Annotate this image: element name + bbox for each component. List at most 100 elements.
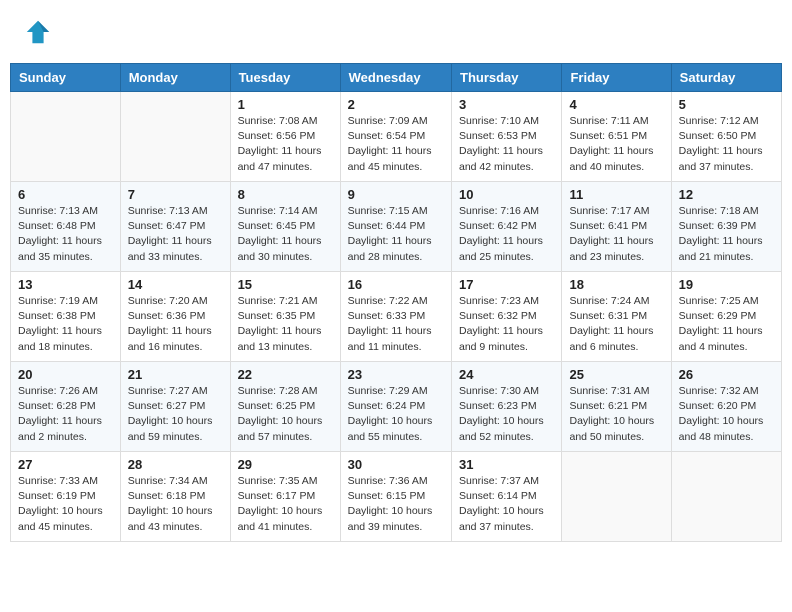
day-detail: Sunrise: 7:13 AMSunset: 6:47 PMDaylight:…: [128, 204, 223, 265]
day-number: 6: [18, 187, 113, 202]
weekday-header-friday: Friday: [562, 64, 671, 92]
day-number: 12: [679, 187, 774, 202]
calendar-cell: 27Sunrise: 7:33 AMSunset: 6:19 PMDayligh…: [11, 452, 121, 542]
calendar-week-row: 6 Sunrise: 7:13 AMSunset: 6:48 PMDaylight…: [11, 182, 782, 272]
calendar-cell: 8 Sunrise: 7:14 AMSunset: 6:45 PMDaylight…: [230, 182, 340, 272]
day-detail: Sunrise: 7:15 AMSunset: 6:44 PMDaylight:…: [348, 204, 444, 265]
day-detail: Sunrise: 7:20 AMSunset: 6:36 PMDaylight:…: [128, 294, 223, 355]
day-number: 15: [238, 277, 333, 292]
day-number: 8: [238, 187, 333, 202]
day-number: 21: [128, 367, 223, 382]
day-number: 31: [459, 457, 554, 472]
day-detail: Sunrise: 7:34 AMSunset: 6:18 PMDaylight:…: [128, 474, 223, 535]
day-detail: Sunrise: 7:37 AMSunset: 6:14 PMDaylight:…: [459, 474, 554, 535]
day-number: 4: [569, 97, 663, 112]
day-number: 17: [459, 277, 554, 292]
calendar-cell: 25 Sunrise: 7:31 AMSunset: 6:21 PMDayligh…: [562, 362, 671, 452]
calendar-cell: 29 Sunrise: 7:35 AMSunset: 6:17 PMDayligh…: [230, 452, 340, 542]
day-detail: Sunrise: 7:32 AMSunset: 6:20 PMDaylight:…: [679, 384, 774, 445]
day-detail: Sunrise: 7:08 AMSunset: 6:56 PMDaylight:…: [238, 114, 333, 175]
day-detail: Sunrise: 7:09 AMSunset: 6:54 PMDaylight:…: [348, 114, 444, 175]
calendar-cell: 31 Sunrise: 7:37 AMSunset: 6:14 PMDayligh…: [452, 452, 562, 542]
calendar-cell: 23 Sunrise: 7:29 AMSunset: 6:24 PMDayligh…: [340, 362, 451, 452]
day-detail: Sunrise: 7:23 AMSunset: 6:32 PMDaylight:…: [459, 294, 554, 355]
day-detail: Sunrise: 7:19 AMSunset: 6:38 PMDaylight:…: [18, 294, 113, 355]
calendar-cell: 10 Sunrise: 7:16 AMSunset: 6:42 PMDayligh…: [452, 182, 562, 272]
logo: [24, 18, 52, 53]
day-number: 7: [128, 187, 223, 202]
calendar-cell: 30 Sunrise: 7:36 AMSunset: 6:15 PMDayligh…: [340, 452, 451, 542]
day-detail: Sunrise: 7:16 AMSunset: 6:42 PMDaylight:…: [459, 204, 554, 265]
day-detail: Sunrise: 7:30 AMSunset: 6:23 PMDaylight:…: [459, 384, 554, 445]
day-number: 16: [348, 277, 444, 292]
day-detail: Sunrise: 7:11 AMSunset: 6:51 PMDaylight:…: [569, 114, 663, 175]
page-header: [0, 0, 792, 63]
day-detail: Sunrise: 7:17 AMSunset: 6:41 PMDaylight:…: [569, 204, 663, 265]
calendar-cell: 20 Sunrise: 7:26 AMSunset: 6:28 PMDayligh…: [11, 362, 121, 452]
day-number: 9: [348, 187, 444, 202]
day-number: 3: [459, 97, 554, 112]
weekday-header-wednesday: Wednesday: [340, 64, 451, 92]
calendar-cell: [11, 92, 121, 182]
calendar-week-row: 13 Sunrise: 7:19 AMSunset: 6:38 PMDayligh…: [11, 272, 782, 362]
weekday-header-monday: Monday: [120, 64, 230, 92]
calendar-header-row: SundayMondayTuesdayWednesdayThursdayFrid…: [11, 64, 782, 92]
calendar-cell: 6 Sunrise: 7:13 AMSunset: 6:48 PMDaylight…: [11, 182, 121, 272]
day-number: 22: [238, 367, 333, 382]
day-number: 10: [459, 187, 554, 202]
calendar-cell: 24 Sunrise: 7:30 AMSunset: 6:23 PMDayligh…: [452, 362, 562, 452]
calendar-cell: 11 Sunrise: 7:17 AMSunset: 6:41 PMDayligh…: [562, 182, 671, 272]
day-number: 29: [238, 457, 333, 472]
calendar-cell: 21Sunrise: 7:27 AMSunset: 6:27 PMDayligh…: [120, 362, 230, 452]
weekday-header-saturday: Saturday: [671, 64, 781, 92]
day-number: 11: [569, 187, 663, 202]
day-number: 24: [459, 367, 554, 382]
day-detail: Sunrise: 7:12 AMSunset: 6:50 PMDaylight:…: [679, 114, 774, 175]
day-number: 5: [679, 97, 774, 112]
day-detail: Sunrise: 7:25 AMSunset: 6:29 PMDaylight:…: [679, 294, 774, 355]
day-detail: Sunrise: 7:35 AMSunset: 6:17 PMDaylight:…: [238, 474, 333, 535]
day-detail: Sunrise: 7:21 AMSunset: 6:35 PMDaylight:…: [238, 294, 333, 355]
calendar-cell: 5 Sunrise: 7:12 AMSunset: 6:50 PMDaylight…: [671, 92, 781, 182]
weekday-header-sunday: Sunday: [11, 64, 121, 92]
day-detail: Sunrise: 7:14 AMSunset: 6:45 PMDaylight:…: [238, 204, 333, 265]
day-number: 23: [348, 367, 444, 382]
calendar-cell: 28 Sunrise: 7:34 AMSunset: 6:18 PMDayligh…: [120, 452, 230, 542]
day-detail: Sunrise: 7:26 AMSunset: 6:28 PMDaylight:…: [18, 384, 113, 445]
calendar-cell: [562, 452, 671, 542]
day-number: 19: [679, 277, 774, 292]
day-number: 30: [348, 457, 444, 472]
day-detail: Sunrise: 7:29 AMSunset: 6:24 PMDaylight:…: [348, 384, 444, 445]
calendar-cell: 26Sunrise: 7:32 AMSunset: 6:20 PMDayligh…: [671, 362, 781, 452]
day-number: 14: [128, 277, 223, 292]
logo-icon: [24, 18, 52, 46]
calendar-week-row: 20 Sunrise: 7:26 AMSunset: 6:28 PMDayligh…: [11, 362, 782, 452]
calendar-week-row: 27Sunrise: 7:33 AMSunset: 6:19 PMDayligh…: [11, 452, 782, 542]
day-detail: Sunrise: 7:28 AMSunset: 6:25 PMDaylight:…: [238, 384, 333, 445]
calendar-cell: [671, 452, 781, 542]
day-number: 28: [128, 457, 223, 472]
day-number: 20: [18, 367, 113, 382]
calendar-cell: 22 Sunrise: 7:28 AMSunset: 6:25 PMDayligh…: [230, 362, 340, 452]
calendar-cell: 2 Sunrise: 7:09 AMSunset: 6:54 PMDaylight…: [340, 92, 451, 182]
day-number: 2: [348, 97, 444, 112]
day-detail: Sunrise: 7:36 AMSunset: 6:15 PMDaylight:…: [348, 474, 444, 535]
calendar-cell: 17 Sunrise: 7:23 AMSunset: 6:32 PMDayligh…: [452, 272, 562, 362]
day-number: 18: [569, 277, 663, 292]
day-detail: Sunrise: 7:13 AMSunset: 6:48 PMDaylight:…: [18, 204, 113, 265]
day-detail: Sunrise: 7:31 AMSunset: 6:21 PMDaylight:…: [569, 384, 663, 445]
calendar-cell: 13 Sunrise: 7:19 AMSunset: 6:38 PMDayligh…: [11, 272, 121, 362]
day-number: 13: [18, 277, 113, 292]
calendar-week-row: 1 Sunrise: 7:08 AMSunset: 6:56 PMDaylight…: [11, 92, 782, 182]
day-detail: Sunrise: 7:24 AMSunset: 6:31 PMDaylight:…: [569, 294, 663, 355]
calendar-cell: 12 Sunrise: 7:18 AMSunset: 6:39 PMDayligh…: [671, 182, 781, 272]
calendar-cell: 15 Sunrise: 7:21 AMSunset: 6:35 PMDayligh…: [230, 272, 340, 362]
calendar-cell: [120, 92, 230, 182]
day-number: 25: [569, 367, 663, 382]
day-detail: Sunrise: 7:18 AMSunset: 6:39 PMDaylight:…: [679, 204, 774, 265]
weekday-header-thursday: Thursday: [452, 64, 562, 92]
calendar-cell: 9 Sunrise: 7:15 AMSunset: 6:44 PMDaylight…: [340, 182, 451, 272]
day-detail: Sunrise: 7:10 AMSunset: 6:53 PMDaylight:…: [459, 114, 554, 175]
calendar-table: SundayMondayTuesdayWednesdayThursdayFrid…: [10, 63, 782, 542]
day-number: 1: [238, 97, 333, 112]
